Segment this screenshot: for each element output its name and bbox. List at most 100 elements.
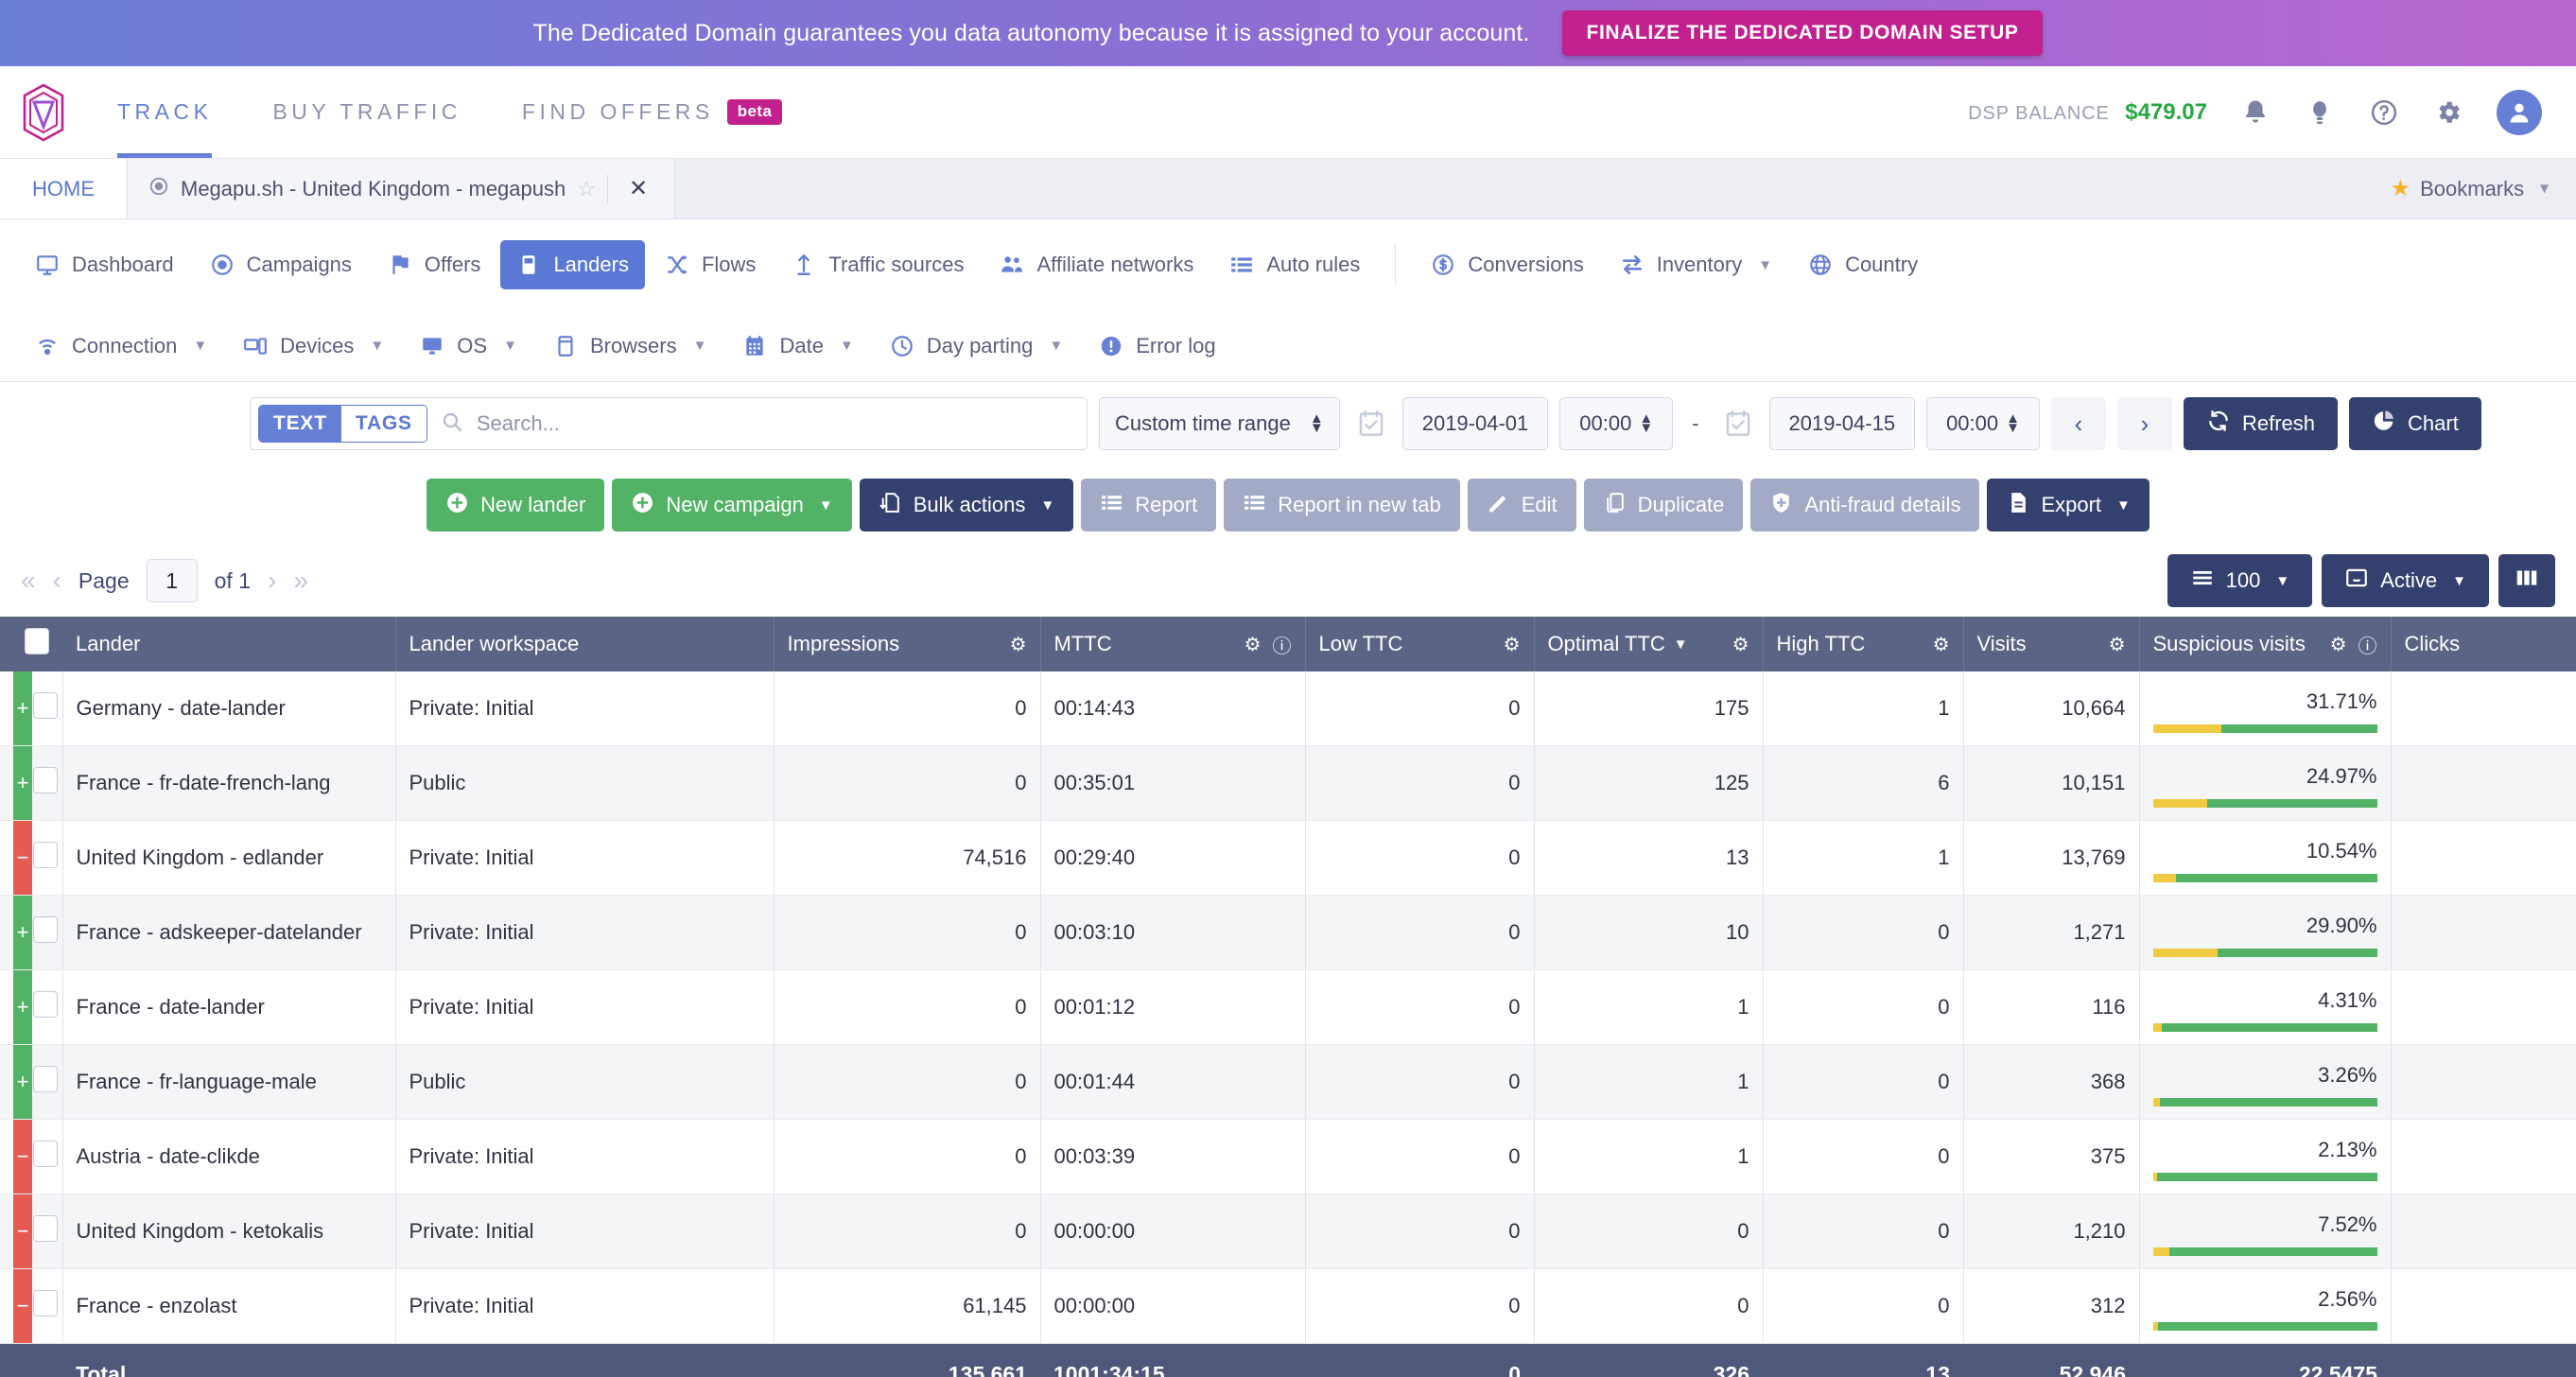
modnav-item-country[interactable]: Country bbox=[1792, 240, 1934, 289]
header-visits[interactable]: Visits ⚙ bbox=[1963, 617, 2140, 671]
modnav-item-flows[interactable]: Flows bbox=[649, 240, 772, 289]
row-checkbox[interactable] bbox=[32, 1066, 58, 1092]
brand-link-buy-traffic[interactable]: BUY TRAFFIC bbox=[242, 66, 491, 158]
help-icon[interactable] bbox=[2368, 96, 2400, 129]
table-row[interactable]: + France - date-lander Private: Initial 0 00… bbox=[0, 969, 2576, 1045]
new-campaign-button[interactable]: New campaign ▼ bbox=[612, 479, 852, 532]
time-from-input[interactable]: 00:00 ▲ ▼ bbox=[1559, 397, 1674, 450]
table-row[interactable]: − France - enzolast Private: Initial 61,145… bbox=[0, 1268, 2576, 1344]
time-to-input[interactable]: 00:00 ▲ ▼ bbox=[1926, 397, 2040, 450]
filter-item-devices[interactable]: Devices ▼ bbox=[227, 322, 400, 371]
search-input[interactable] bbox=[476, 411, 1079, 436]
new-lander-button[interactable]: New lander bbox=[426, 479, 605, 532]
anti-fraud-details-button[interactable]: Anti-fraud details bbox=[1750, 479, 1980, 532]
lightbulb-icon[interactable] bbox=[2304, 96, 2336, 129]
row-checkbox[interactable] bbox=[32, 1290, 58, 1316]
tab-home[interactable]: HOME bbox=[0, 159, 127, 218]
help-icon[interactable]: ⓘ bbox=[1273, 631, 1292, 658]
page-number-input[interactable] bbox=[146, 559, 198, 602]
duplicate-button[interactable]: Duplicate bbox=[1583, 479, 1744, 532]
row-checkbox[interactable] bbox=[32, 991, 58, 1018]
star-outline-icon[interactable]: ☆ bbox=[577, 177, 596, 201]
bulk-actions-button[interactable]: Bulk actions ▼ bbox=[859, 479, 1074, 532]
status-filter-button[interactable]: Active ▼ bbox=[2322, 554, 2489, 607]
row-checkbox[interactable] bbox=[32, 692, 58, 719]
column-settings-button[interactable] bbox=[2498, 554, 2555, 607]
report-button[interactable]: Report bbox=[1081, 479, 1217, 532]
modnav-item-campaigns[interactable]: Campaigns bbox=[194, 240, 368, 289]
search-mode-tags-button[interactable]: TAGS bbox=[340, 406, 426, 442]
date-from-input[interactable]: 2019-04-01 bbox=[1401, 397, 1549, 450]
modnav-item-conversions[interactable]: Conversions bbox=[1415, 240, 1599, 289]
filter-item-day-parting[interactable]: Day parting ▼ bbox=[874, 322, 1079, 371]
calendar-from-icon[interactable] bbox=[1357, 409, 1385, 439]
filter-item-error-log[interactable]: Error log bbox=[1083, 322, 1231, 371]
header-impressions[interactable]: Impressions ⚙ bbox=[774, 617, 1041, 671]
edit-button[interactable]: Edit bbox=[1467, 479, 1576, 532]
table-row[interactable]: − Austria - date-clikde Private: Initial 0 0… bbox=[0, 1119, 2576, 1194]
refresh-button[interactable]: Refresh bbox=[2183, 397, 2339, 450]
row-checkbox[interactable] bbox=[32, 1215, 58, 1242]
modnav-item-affiliate-networks[interactable]: Affiliate networks bbox=[983, 240, 1210, 289]
header-high-ttc[interactable]: High TTC ⚙ bbox=[1763, 617, 1964, 671]
bookmarks-menu[interactable]: ★ Bookmarks ▼ bbox=[2366, 159, 2576, 218]
row-checkbox[interactable] bbox=[32, 767, 58, 793]
export-button[interactable]: Export ▼ bbox=[1987, 479, 2150, 532]
row-checkbox[interactable] bbox=[32, 916, 58, 943]
header-lander[interactable]: Lander bbox=[62, 617, 396, 671]
last-page-button[interactable]: » bbox=[293, 566, 308, 596]
select-all-checkbox[interactable] bbox=[25, 628, 49, 654]
modnav-item-dashboard[interactable]: Dashboard bbox=[19, 240, 190, 289]
table-row[interactable]: + France - fr-date-french-lang Public 0 00:3… bbox=[0, 745, 2576, 821]
header-mttc[interactable]: MTTC ⚙ ⓘ bbox=[1040, 617, 1306, 671]
previous-page-button[interactable]: ‹ bbox=[53, 566, 61, 596]
gear-icon[interactable]: ⚙ bbox=[1504, 633, 1521, 656]
filter-item-browsers[interactable]: Browsers ▼ bbox=[537, 322, 723, 371]
table-row[interactable]: + France - fr-language-male Public 0 00:01:4… bbox=[0, 1044, 2576, 1120]
finalize-dedicated-domain-button[interactable]: FINALIZE THE DEDICATED DOMAIN SETUP bbox=[1561, 10, 2044, 56]
header-low-ttc[interactable]: Low TTC ⚙ bbox=[1305, 617, 1535, 671]
avatar[interactable] bbox=[2497, 89, 2542, 135]
modnav-item-traffic-sources[interactable]: Traffic sources bbox=[775, 240, 980, 289]
report-in-new-tab-button[interactable]: Report in new tab bbox=[1224, 479, 1460, 532]
next-page-button[interactable]: › bbox=[268, 566, 276, 596]
header-clicks[interactable]: Clicks bbox=[2391, 617, 2576, 671]
modnav-item-offers[interactable]: Offers bbox=[372, 240, 497, 289]
bell-icon[interactable] bbox=[2239, 96, 2271, 129]
chart-button[interactable]: Chart bbox=[2349, 397, 2481, 450]
time-range-select[interactable]: Custom time range ▲ ▼ bbox=[1099, 397, 1340, 450]
filter-item-os[interactable]: OS ▼ bbox=[404, 322, 533, 371]
table-row[interactable]: − United Kingdom - ketokalis Private: Init… bbox=[0, 1194, 2576, 1269]
header-optimal-ttc[interactable]: Optimal TTC ▼ ⚙ bbox=[1534, 617, 1764, 671]
row-checkbox[interactable] bbox=[32, 842, 58, 868]
brand-link-find-offers[interactable]: FIND OFFERS beta bbox=[492, 66, 812, 158]
modnav-item-inventory[interactable]: Inventory ▼ bbox=[1604, 240, 1788, 289]
first-page-button[interactable]: « bbox=[21, 566, 36, 596]
table-row[interactable]: + Germany - date-lander Private: Initial 0 0… bbox=[0, 671, 2576, 746]
filter-item-connection[interactable]: Connection ▼ bbox=[19, 322, 223, 371]
gear-icon[interactable] bbox=[2432, 96, 2464, 129]
modnav-item-landers[interactable]: Landers bbox=[500, 240, 645, 289]
previous-period-button[interactable]: ‹ bbox=[2050, 397, 2106, 450]
header-lander-workspace[interactable]: Lander workspace bbox=[395, 617, 775, 671]
next-period-button[interactable]: › bbox=[2116, 397, 2172, 450]
header-suspicious-visits[interactable]: Suspicious visits ⚙ ⓘ bbox=[2139, 617, 2392, 671]
modnav-item-auto-rules[interactable]: Auto rules bbox=[1213, 240, 1376, 289]
table-row[interactable]: + France - adskeeper-datelander Private: I… bbox=[0, 895, 2576, 970]
gear-icon[interactable]: ⚙ bbox=[1244, 633, 1262, 656]
gear-icon[interactable]: ⚙ bbox=[2109, 633, 2126, 656]
rows-per-page-button[interactable]: 100 ▼ bbox=[2167, 554, 2313, 607]
close-icon[interactable]: ✕ bbox=[619, 175, 657, 202]
tab-megapush[interactable]: Megapu.sh - United Kingdom - megapush ☆ … bbox=[127, 159, 676, 218]
brand-link-track[interactable]: TRACK bbox=[87, 66, 242, 158]
calendar-to-icon[interactable] bbox=[1724, 409, 1752, 439]
help-icon[interactable]: ⓘ bbox=[2358, 631, 2377, 658]
gear-icon[interactable]: ⚙ bbox=[1010, 633, 1027, 656]
gear-icon[interactable]: ⚙ bbox=[1933, 633, 1950, 656]
header-select-all[interactable] bbox=[19, 617, 62, 671]
gear-icon[interactable]: ⚙ bbox=[1732, 633, 1749, 656]
filter-item-date[interactable]: Date ▼ bbox=[726, 322, 869, 371]
row-checkbox[interactable] bbox=[32, 1141, 58, 1167]
date-to-input[interactable]: 2019-04-15 bbox=[1768, 397, 1916, 450]
table-row[interactable]: − United Kingdom - edlander Private: Initi… bbox=[0, 820, 2576, 896]
